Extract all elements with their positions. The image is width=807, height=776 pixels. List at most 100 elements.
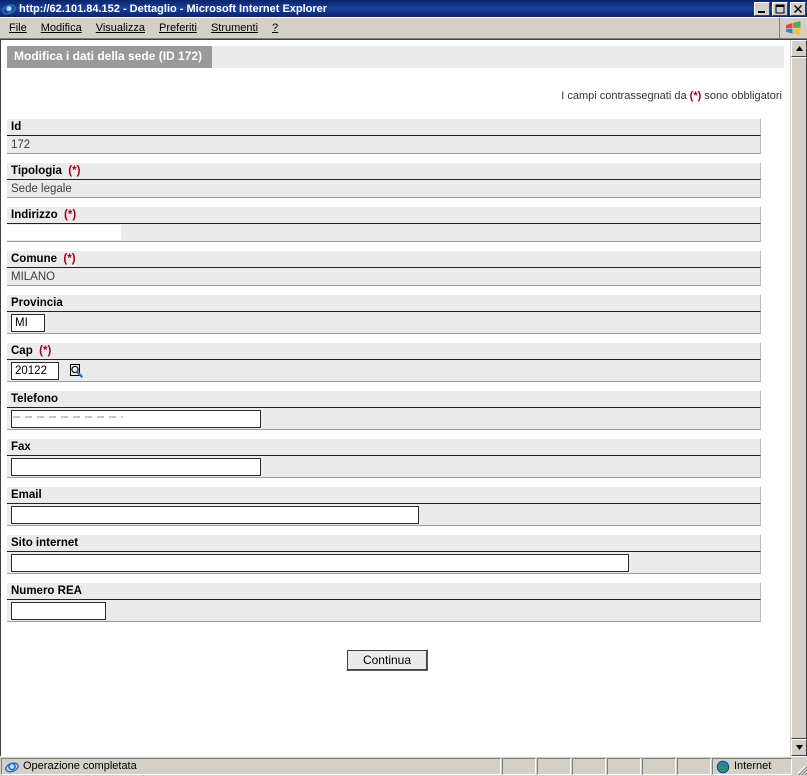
menu-item-help[interactable]: ?: [265, 19, 285, 38]
globe-icon: [716, 760, 730, 774]
continua-button[interactable]: Continua: [345, 649, 429, 671]
required-note-suffix: sono obbligatori: [701, 90, 782, 102]
value-id: 172: [11, 139, 31, 151]
field-label-provincia: Provincia: [7, 295, 761, 312]
field-value-sito-internet: [7, 552, 761, 574]
status-panel-1: [502, 758, 536, 775]
field-comune: Comune (*) MILANO: [7, 251, 761, 286]
label-text: Email: [11, 489, 42, 501]
web-page-content: Modifica i dati della sede (ID 172) I ca…: [1, 40, 790, 756]
required-marker: (*): [35, 345, 52, 357]
label-text: Tipologia: [11, 165, 62, 177]
field-label-id: Id: [7, 119, 761, 136]
field-value-tipologia: Sede legale: [7, 180, 761, 198]
required-note-prefix: I campi contrassegnati da: [561, 90, 690, 102]
label-text: Id: [11, 121, 22, 133]
vertical-scrollbar[interactable]: [790, 40, 807, 756]
field-fax: Fax: [7, 439, 761, 478]
title-bar: http://62.101.84.152 - Dettaglio - Micro…: [0, 0, 807, 17]
menu-item-visualizza[interactable]: Visualizza: [89, 19, 152, 38]
email-input[interactable]: [11, 506, 419, 524]
field-value-comune: MILANO: [7, 268, 761, 286]
menu-bar: File Modifica Visualizza Preferiti Strum…: [0, 17, 779, 38]
menu-item-file[interactable]: File: [2, 19, 34, 38]
security-zone-panel[interactable]: Internet: [712, 758, 792, 775]
required-marker: (*): [60, 209, 77, 221]
field-label-email: Email: [7, 487, 761, 504]
scrollbar-thumb[interactable]: [791, 57, 807, 739]
submit-row: Continua: [7, 631, 767, 671]
field-id: Id 172: [7, 119, 761, 154]
field-label-indirizzo: Indirizzo (*): [7, 207, 761, 224]
scroll-down-arrow-icon[interactable]: [791, 739, 807, 756]
status-panel-6: [677, 758, 711, 775]
field-indirizzo: Indirizzo (*) -: [1, 207, 761, 242]
label-text: Sito internet: [11, 537, 79, 549]
field-label-tipologia: Tipologia (*): [7, 163, 761, 180]
browser-client-area: Modifica i dati della sede (ID 172) I ca…: [0, 39, 807, 756]
menu-item-strumenti[interactable]: Strumenti: [204, 19, 265, 38]
field-sito-internet: Sito internet: [7, 535, 761, 574]
window-title: http://62.101.84.152 - Dettaglio - Micro…: [19, 2, 328, 15]
field-label-comune: Comune (*): [7, 251, 761, 268]
label-text: Telefono: [11, 393, 59, 405]
numero-rea-input[interactable]: [11, 602, 106, 620]
ie-browser-window: http://62.101.84.152 - Dettaglio - Micro…: [0, 0, 807, 776]
required-marker: (*): [60, 253, 76, 265]
field-label-telefono: Telefono: [7, 391, 761, 408]
status-panel-2: [537, 758, 571, 775]
status-panel-3: [572, 758, 606, 775]
label-text: Fax: [11, 441, 31, 453]
windows-flag-icon[interactable]: [779, 17, 807, 38]
field-telefono: Telefono: [7, 391, 761, 430]
page-title: Modifica i dati della sede (ID 172): [7, 46, 213, 68]
resize-grip[interactable]: [793, 758, 807, 775]
scroll-up-arrow-icon[interactable]: [791, 40, 807, 57]
status-message: Operazione completata: [23, 760, 137, 772]
fax-input[interactable]: [11, 458, 261, 476]
menu-item-preferiti[interactable]: Preferiti: [152, 19, 204, 38]
menu-item-modifica[interactable]: Modifica: [34, 19, 89, 38]
sede-edit-form: Id 172 Tipologia (*) Sede legale Indiriz…: [1, 103, 790, 671]
window-controls: [754, 1, 806, 16]
field-provincia: Provincia: [7, 295, 761, 334]
required-note-star: (*): [689, 90, 702, 102]
field-label-numero-rea: Numero REA: [7, 583, 761, 600]
field-tipologia: Tipologia (*) Sede legale: [7, 163, 761, 198]
minimize-button[interactable]: [754, 1, 770, 16]
label-text: Provincia: [11, 297, 63, 309]
telefono-redaction-overlay: [13, 413, 123, 425]
field-numero-rea: Numero REA: [7, 583, 761, 622]
ie-icon: [2, 2, 16, 16]
field-value-fax: [7, 456, 761, 478]
field-email: Email: [7, 487, 761, 526]
status-panel-4: [607, 758, 641, 775]
field-value-cap: [7, 360, 761, 382]
required-marker: (*): [65, 165, 81, 177]
page-header-filler: [212, 46, 784, 68]
security-zone-label: Internet: [734, 760, 772, 772]
status-panel-5: [642, 758, 676, 775]
field-cap: Cap (*): [7, 343, 761, 382]
label-text: Numero REA: [11, 585, 82, 597]
close-button[interactable]: [790, 1, 806, 16]
page-header-band: Modifica i dati della sede (ID 172): [1, 46, 790, 68]
menu-bar-row: File Modifica Visualizza Preferiti Strum…: [0, 17, 807, 39]
status-message-panel: Operazione completata: [1, 758, 501, 775]
field-value-provincia: [7, 312, 761, 334]
label-text: Cap: [11, 345, 33, 357]
field-value-email: [7, 504, 761, 526]
status-bar: Operazione completata Internet: [0, 756, 807, 776]
field-label-fax: Fax: [7, 439, 761, 456]
value-comune: MILANO: [11, 271, 56, 283]
field-label-sito-internet: Sito internet: [7, 535, 761, 552]
scrollbar-track[interactable]: [791, 57, 807, 739]
search-icon[interactable]: [69, 363, 84, 379]
value-tipologia: Sede legale: [11, 183, 72, 195]
provincia-input[interactable]: [11, 314, 45, 332]
sito-internet-input[interactable]: [11, 554, 629, 572]
field-value-telefono: [7, 408, 761, 430]
maximize-button[interactable]: [772, 1, 788, 16]
field-value-id: 172: [7, 136, 761, 154]
cap-input[interactable]: [11, 362, 59, 380]
